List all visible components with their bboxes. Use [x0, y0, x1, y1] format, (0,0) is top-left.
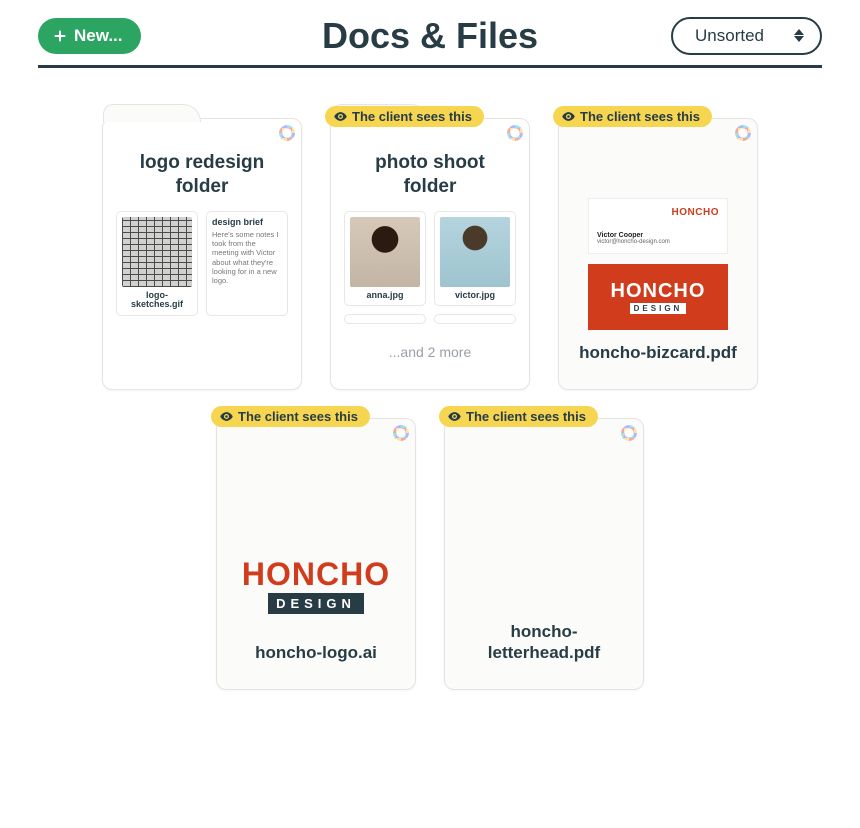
client-visible-badge: The client sees this — [211, 406, 370, 427]
design-bar: DESIGN — [630, 303, 687, 314]
file-preview: HONCHO Victor Cooper victor@honcho-desig… — [588, 198, 728, 330]
eye-icon — [219, 409, 234, 424]
file-name: honcho-bizcard.pdf — [579, 342, 737, 363]
logo-stack: HONCHO DESIGN — [611, 280, 706, 314]
folder-previews: anna.jpg victor.jpg — [331, 211, 529, 307]
badge-label: The client sees this — [580, 109, 700, 124]
brand-word: HONCHO — [611, 280, 706, 303]
badge-label: The client sees this — [466, 409, 586, 424]
preview-item — [434, 314, 516, 324]
color-ring-icon — [393, 425, 409, 441]
bizcard-front: HONCHO Victor Cooper victor@honcho-desig… — [588, 198, 728, 254]
eye-icon — [561, 109, 576, 124]
preview-thumb — [350, 217, 420, 287]
file-card[interactable]: The client sees this HONCHO Victor Coope… — [558, 118, 758, 390]
preview-thumb — [122, 217, 192, 287]
new-button-label: New... — [74, 26, 123, 46]
eye-icon — [333, 109, 348, 124]
page-header: New... Docs & Files Unsorted — [38, 20, 822, 68]
preview-item: anna.jpg — [344, 211, 426, 307]
color-ring-icon — [621, 425, 637, 441]
plus-icon — [52, 28, 68, 44]
sort-select[interactable]: Unsorted — [671, 17, 822, 55]
bizcard-back: HONCHO DESIGN — [588, 264, 728, 330]
design-bar: DESIGN — [268, 593, 364, 614]
page-title: Docs & Files — [322, 15, 538, 57]
client-visible-badge: The client sees this — [439, 406, 598, 427]
folder-title: logo redesign folder — [103, 119, 301, 211]
folder-title: photo shoot folder — [331, 119, 529, 211]
preview-name: logo-sketches.gif — [122, 291, 192, 311]
badge-label: The client sees this — [238, 409, 358, 424]
file-card[interactable]: The client sees this HONCHO DESIGN honch… — [216, 418, 416, 690]
folder-previews-more — [331, 314, 529, 324]
color-ring-icon — [507, 125, 523, 141]
color-ring-icon — [735, 125, 751, 141]
preview-doc-excerpt: Here's some notes I took from the meetin… — [212, 230, 282, 286]
preview-thumb — [440, 217, 510, 287]
file-preview: HONCHO DESIGN — [242, 506, 390, 614]
brand-mark: HONCHO — [597, 207, 719, 218]
new-button[interactable]: New... — [38, 18, 141, 54]
sort-select-label: Unsorted — [695, 26, 764, 46]
preview-name: anna.jpg — [350, 291, 420, 301]
preview-item: design brief Here's some notes I took fr… — [206, 211, 288, 317]
sort-caret-icon — [794, 29, 804, 42]
brand-word: HONCHO — [242, 556, 390, 593]
preview-item — [344, 314, 426, 324]
items-grid: logo redesign folder logo-sketches.gif d… — [38, 118, 822, 690]
preview-doc-title: design brief — [212, 217, 282, 227]
preview-item: victor.jpg — [434, 211, 516, 307]
folder-card[interactable]: logo redesign folder logo-sketches.gif d… — [102, 118, 302, 390]
contact-name: Victor Cooper — [597, 232, 719, 239]
more-count: ...and 2 more — [331, 344, 529, 360]
contact-email: victor@honcho-design.com — [597, 239, 719, 245]
file-card[interactable]: The client sees this honcho-letterhead.p… — [444, 418, 644, 690]
folder-previews: logo-sketches.gif design brief Here's so… — [103, 211, 301, 317]
color-ring-icon — [279, 125, 295, 141]
client-visible-badge: The client sees this — [325, 106, 484, 127]
folder-tab-icon — [103, 104, 201, 122]
folder-card[interactable]: The client sees this photo shoot folder … — [330, 118, 530, 390]
badge-label: The client sees this — [352, 109, 472, 124]
preview-name: victor.jpg — [440, 291, 510, 301]
file-name: honcho-logo.ai — [255, 642, 377, 663]
preview-item: logo-sketches.gif — [116, 211, 198, 317]
file-name: honcho-letterhead.pdf — [459, 621, 629, 664]
client-visible-badge: The client sees this — [553, 106, 712, 127]
eye-icon — [447, 409, 462, 424]
